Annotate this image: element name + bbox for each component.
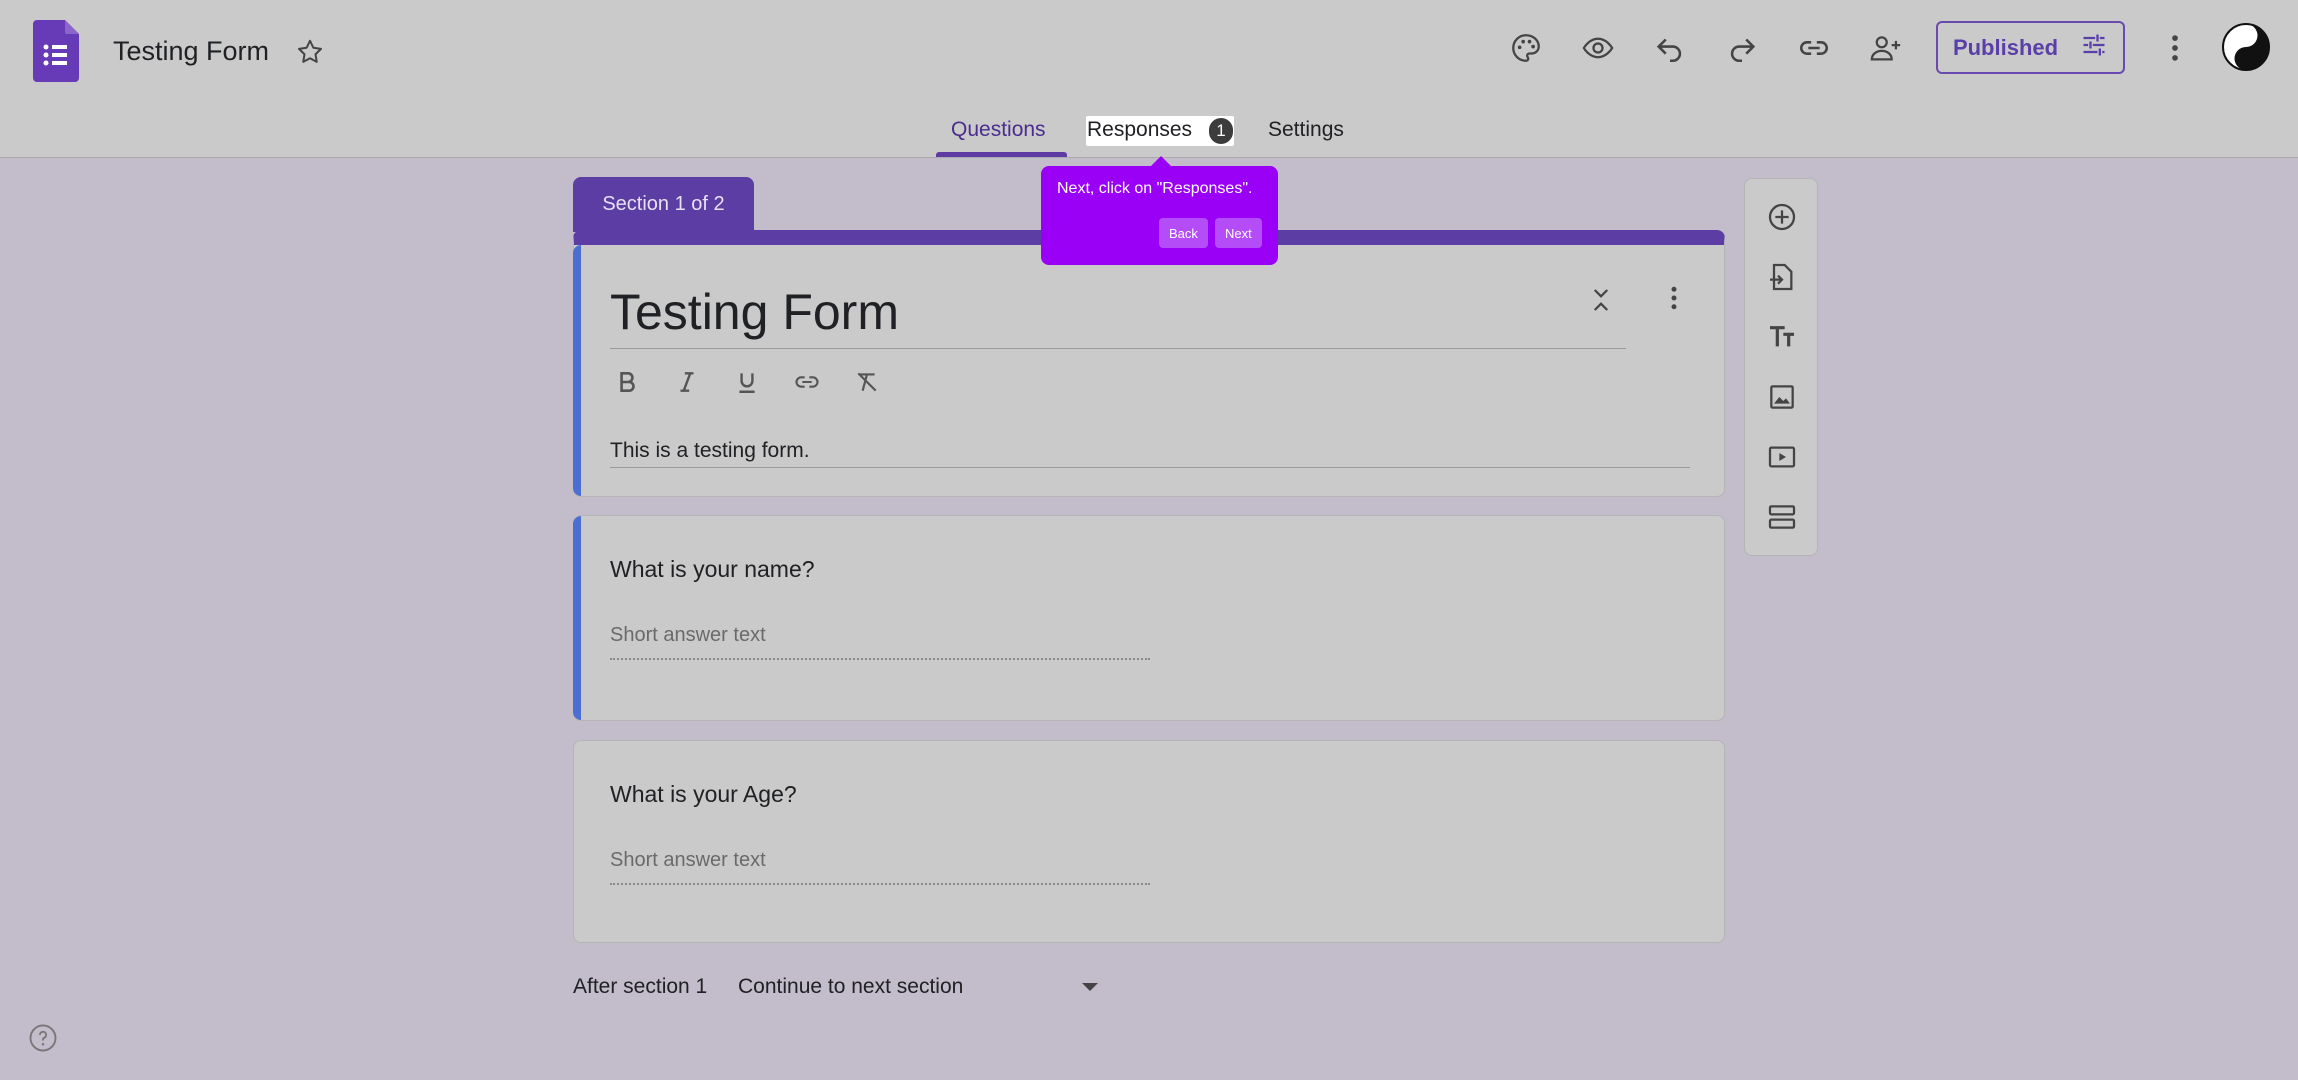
tour-tooltip: Next, click on "Responses". Back Next xyxy=(1041,156,1278,265)
add-question-icon[interactable] xyxy=(1764,199,1800,235)
document-title[interactable]: Testing Form xyxy=(113,36,269,67)
forms-logo-icon[interactable] xyxy=(33,20,79,82)
section-more-icon[interactable] xyxy=(1659,283,1689,313)
add-video-icon[interactable] xyxy=(1764,439,1800,475)
published-button[interactable]: Published xyxy=(1936,21,2125,74)
formatting-toolbar xyxy=(610,365,884,399)
after-section-select[interactable]: Continue to next section xyxy=(738,975,963,999)
answer-underline xyxy=(610,658,1150,660)
card-focus-accent xyxy=(573,245,581,496)
palette-icon[interactable] xyxy=(1508,30,1544,66)
app-header: Testing Form Published Questions Respons… xyxy=(0,0,2298,158)
card-focus-accent xyxy=(573,516,581,720)
responses-count-badge: 1 xyxy=(1209,118,1233,144)
dropdown-arrow-icon[interactable] xyxy=(1082,983,1098,991)
question-card[interactable]: What is your Age? Short answer text xyxy=(573,740,1725,943)
published-label: Published xyxy=(1952,34,2059,60)
more-vert-icon[interactable] xyxy=(2157,30,2193,66)
title-underline xyxy=(610,348,1626,349)
preview-eye-icon[interactable] xyxy=(1580,30,1616,66)
add-title-icon[interactable] xyxy=(1764,319,1800,355)
short-answer-placeholder: Short answer text xyxy=(610,624,766,646)
form-title-card[interactable]: Testing Form This is a testing form. xyxy=(573,230,1725,497)
description-underline xyxy=(610,467,1690,468)
tab-responses[interactable]: Responses xyxy=(1087,118,1192,142)
bold-icon[interactable] xyxy=(610,365,644,399)
after-section-label: After section 1 xyxy=(573,975,708,998)
tooltip-next-button[interactable]: Next xyxy=(1215,218,1262,248)
undo-icon[interactable] xyxy=(1652,30,1688,66)
user-avatar[interactable] xyxy=(2222,23,2270,71)
answer-underline xyxy=(610,883,1150,885)
form-title[interactable]: Testing Form xyxy=(610,283,899,341)
question-title[interactable]: What is your Age? xyxy=(610,781,797,808)
star-icon[interactable] xyxy=(295,37,325,67)
tooltip-back-button[interactable]: Back xyxy=(1159,218,1208,248)
help-icon[interactable] xyxy=(28,1023,58,1053)
underline-icon[interactable] xyxy=(730,365,764,399)
insert-link-icon[interactable] xyxy=(790,365,824,399)
clear-formatting-icon[interactable] xyxy=(850,365,884,399)
add-image-icon[interactable] xyxy=(1764,379,1800,415)
add-collaborator-icon[interactable] xyxy=(1868,30,1904,66)
collapse-section-icon[interactable] xyxy=(1586,285,1616,315)
question-title[interactable]: What is your name? xyxy=(610,556,815,583)
active-tab-indicator xyxy=(936,152,1067,157)
tab-questions[interactable]: Questions xyxy=(951,118,1046,142)
import-questions-icon[interactable] xyxy=(1764,259,1800,295)
floating-toolbar xyxy=(1744,178,1818,556)
tab-settings[interactable]: Settings xyxy=(1268,118,1344,142)
add-section-icon[interactable] xyxy=(1764,499,1800,535)
section-label: Section 1 of 2 xyxy=(573,177,754,232)
short-answer-placeholder: Short answer text xyxy=(610,849,766,871)
question-card[interactable]: What is your name? Short answer text xyxy=(573,515,1725,721)
link-icon[interactable] xyxy=(1796,30,1832,66)
tune-icon xyxy=(2080,31,2108,65)
redo-icon[interactable] xyxy=(1724,30,1760,66)
italic-icon[interactable] xyxy=(670,365,704,399)
form-description[interactable]: This is a testing form. xyxy=(610,439,810,463)
tooltip-text: Next, click on "Responses". xyxy=(1057,180,1253,197)
